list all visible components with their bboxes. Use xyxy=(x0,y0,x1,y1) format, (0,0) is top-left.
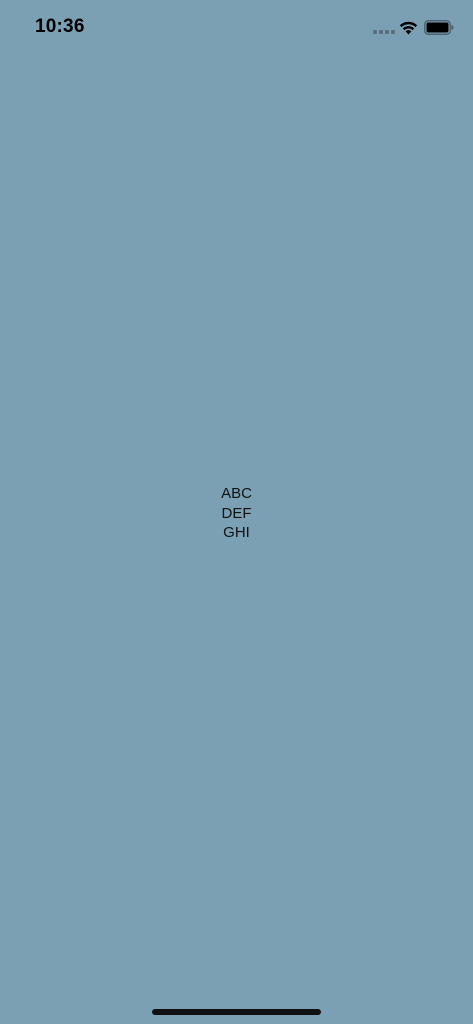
signal-icon xyxy=(373,30,395,35)
text-line: DEF xyxy=(221,504,252,522)
status-time: 10:36 xyxy=(35,16,85,37)
center-text-block: ABC DEF GHI xyxy=(0,484,473,543)
text-line: GHI xyxy=(223,524,250,541)
wifi-icon xyxy=(399,21,418,35)
app-screen: 10:36 ABC DEF GHI xyxy=(0,0,473,1024)
home-indicator[interactable] xyxy=(152,1009,321,1015)
battery-icon xyxy=(424,20,454,35)
status-bar: 10:36 xyxy=(0,0,473,56)
text-line: ABC xyxy=(221,485,252,502)
